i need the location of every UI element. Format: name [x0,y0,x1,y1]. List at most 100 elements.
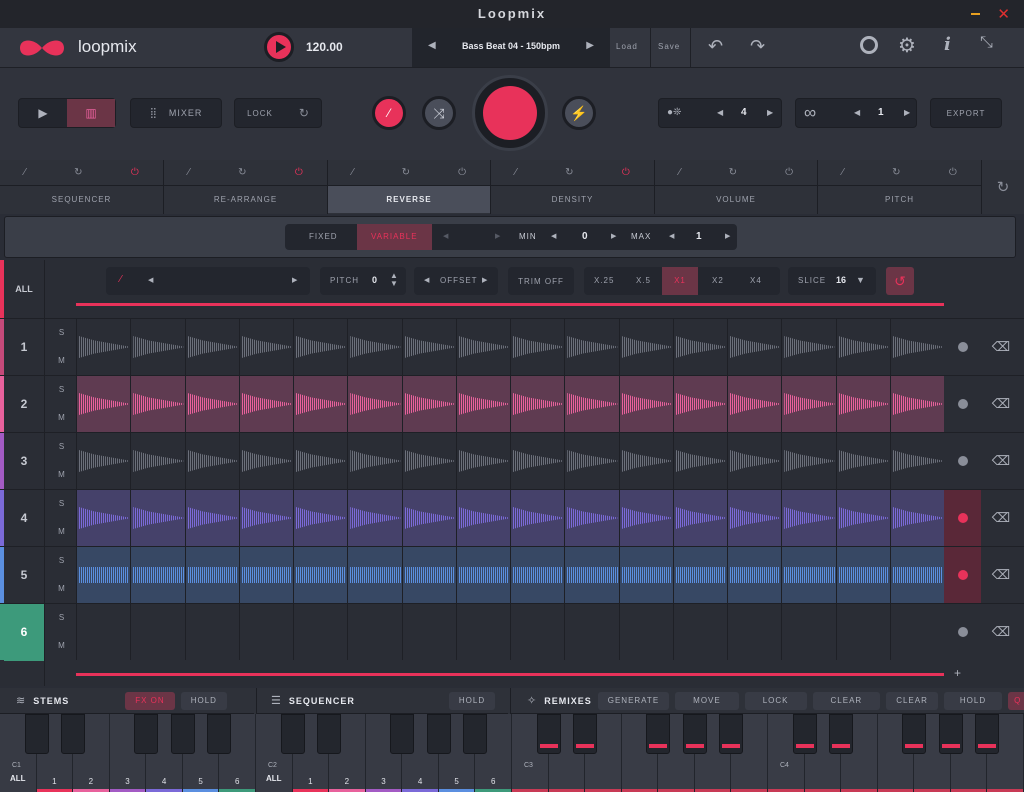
redo-icon[interactable]: ↷ [750,36,765,57]
track-number[interactable]: 1 [4,319,44,376]
slice-cell[interactable] [781,547,835,603]
slice-cell[interactable] [184,433,239,489]
slice-cell[interactable] [510,604,564,660]
slice-cell[interactable] [184,376,239,432]
black-key[interactable] [646,714,671,754]
black-key[interactable] [829,714,854,754]
eraser-icon[interactable]: ⌫ [982,604,1020,660]
slice-cell[interactable] [130,376,184,432]
black-key[interactable] [134,714,159,754]
power-icon[interactable]: ⏻ [949,167,957,178]
eraser-icon[interactable]: ⌫ [982,376,1020,432]
play-mode-button[interactable]: ▶ [19,99,67,127]
mute-button[interactable]: M [48,632,75,660]
track-lock-button[interactable] [944,604,981,660]
slice-cell[interactable] [727,547,781,603]
slice-cell[interactable] [347,547,401,603]
slice-cell[interactable] [889,376,944,432]
stepper-prev-icon[interactable]: ◀ [717,108,723,117]
random-icon[interactable]: ⁄ [352,167,354,178]
slice-cell[interactable] [347,490,401,546]
mute-button[interactable]: M [48,461,75,489]
slice-cell[interactable] [781,433,835,489]
slice-cell[interactable] [672,319,727,375]
rate-quarter[interactable]: X.25 [594,276,614,285]
slice-cell[interactable] [455,547,510,603]
tab-reverse[interactable]: ⁄ ↻ ⏻ REVERSE [328,160,491,214]
slice-cell[interactable] [347,376,401,432]
slice-cell[interactable] [401,319,456,375]
pattern-next-icon[interactable]: ▶ [292,276,297,284]
slice-cell[interactable] [238,604,293,660]
rate-x2[interactable]: X2 [712,276,724,285]
black-key[interactable] [682,714,707,754]
slice-cell[interactable] [727,490,781,546]
record-button[interactable] [472,75,548,151]
power-icon[interactable]: ⏻ [622,167,630,178]
preset-next-icon[interactable]: ▶ [586,40,594,51]
refresh-icon[interactable]: ↻ [74,167,82,178]
track-lock-button[interactable] [944,433,981,489]
slice-cell[interactable] [889,604,944,660]
power-icon[interactable]: ⏻ [458,167,466,178]
slice-cell[interactable] [401,604,456,660]
slice-cell[interactable] [781,376,835,432]
black-key[interactable] [792,714,817,754]
next-icon[interactable]: ▶ [495,232,500,240]
slice-cell[interactable] [564,604,618,660]
solo-button[interactable]: S [48,433,75,461]
all-key-label[interactable]: ALL [266,774,282,783]
slice-cell[interactable] [293,319,347,375]
slice-cell[interactable] [184,604,239,660]
track-number[interactable]: 3 [4,433,44,490]
slice-cell[interactable] [889,490,944,546]
slice-cell[interactable] [835,604,890,660]
slice-cell[interactable] [347,433,401,489]
preset-selector[interactable]: ◀ Bass Beat 04 - 150bpm ▶ [412,28,610,67]
slice-cell[interactable] [401,547,456,603]
track-number[interactable]: 2 [4,376,44,433]
prev-icon[interactable]: ◀ [443,232,448,240]
slice-cell[interactable] [618,547,673,603]
rate-x1[interactable]: X1 [662,267,698,295]
black-key[interactable] [719,714,744,754]
slice-cell[interactable] [76,319,130,375]
lock-button[interactable]: LOCK ↻ [234,98,322,128]
pattern-selector[interactable]: ⁄ ◀ ▶ [106,267,310,295]
slice-cell[interactable] [781,490,835,546]
slice-cell[interactable] [672,433,727,489]
black-key[interactable] [317,714,342,754]
slice-cell[interactable] [618,604,673,660]
palette-icon[interactable] [860,36,878,54]
slice-cell[interactable] [618,319,673,375]
slice-cell[interactable] [672,490,727,546]
slice-cell[interactable] [184,547,239,603]
loop-range-bar[interactable] [76,303,944,306]
offset-next-icon[interactable]: ▶ [482,276,487,284]
all-key-label[interactable]: ALL [10,774,26,783]
track-number[interactable]: 6 [4,604,44,661]
track-lock-button[interactable] [944,490,981,546]
stepper-next-icon[interactable]: ▶ [767,108,773,117]
trim-button[interactable]: TRIM OFF [508,267,574,295]
slice-cell[interactable] [238,433,293,489]
tab-sequencer[interactable]: ⁄ ↻ ⏻ SEQUENCER [0,160,164,214]
slice-cell[interactable] [618,433,673,489]
gear-icon[interactable]: ⚙ [898,33,916,58]
mute-button[interactable]: M [48,404,75,432]
slice-cell[interactable] [293,433,347,489]
power-icon[interactable]: ⏻ [785,167,793,178]
slice-cell[interactable] [618,376,673,432]
slice-cell[interactable] [455,433,510,489]
slice-cell[interactable] [401,490,456,546]
slice-cell[interactable] [130,547,184,603]
solo-button[interactable]: S [48,604,75,632]
black-key[interactable] [902,714,927,754]
slice-cell[interactable] [835,490,890,546]
resize-icon[interactable]: ⤡ [980,34,993,52]
slice-cell[interactable] [889,433,944,489]
black-key[interactable] [463,714,488,754]
pattern-prev-icon[interactable]: ◀ [148,276,153,284]
pitch-control[interactable]: PITCH 0 ▲ ▼ [320,267,406,295]
slice-cell[interactable] [455,376,510,432]
